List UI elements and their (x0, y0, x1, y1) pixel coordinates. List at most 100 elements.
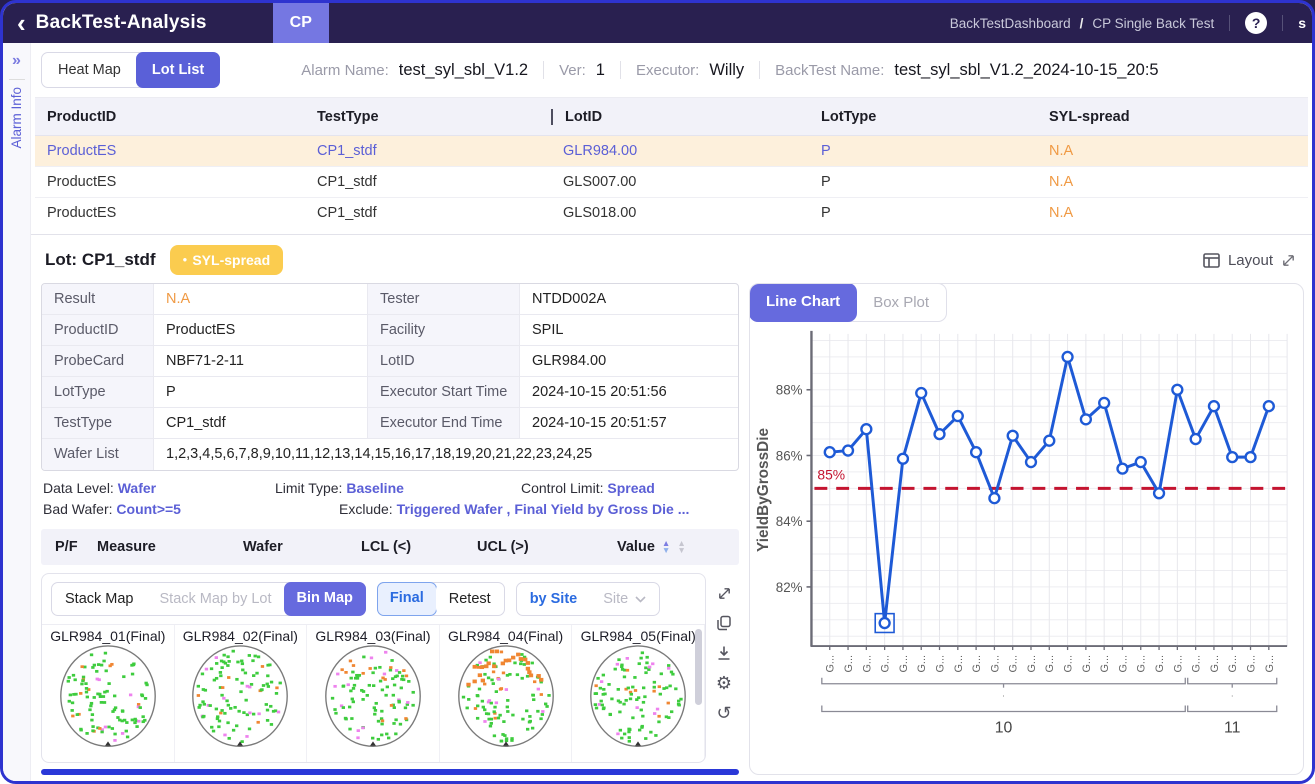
reset-icon[interactable]: ↺ (714, 703, 734, 723)
chart-point[interactable] (843, 446, 853, 456)
column-header-lottype[interactable]: LotType (809, 109, 1037, 125)
chart-point[interactable] (1118, 464, 1128, 474)
cell-lottype[interactable]: P (809, 143, 1037, 159)
cell-sylspread[interactable]: N.A (1037, 174, 1308, 190)
cell-productid[interactable]: ProductES (35, 143, 305, 159)
chart-point[interactable] (1099, 398, 1109, 408)
chart-point[interactable] (953, 411, 963, 421)
chart-point[interactable] (971, 447, 981, 457)
final-button[interactable]: Final (377, 582, 437, 616)
chart-point[interactable] (989, 493, 999, 503)
wafer-map-image[interactable] (314, 644, 432, 762)
tab-line-chart[interactable]: Line Chart (749, 283, 857, 322)
tab-stack-map[interactable]: Stack Map (52, 583, 147, 615)
sort-down-icon[interactable]: ▼ (662, 547, 670, 555)
cell-sylspread[interactable]: N.A (1037, 143, 1308, 159)
sort-icon[interactable]: ▲ ▼ (662, 540, 670, 555)
chart-point[interactable] (825, 447, 835, 457)
table-row[interactable]: ProductES CP1_stdf GLR984.00 P N.A (35, 136, 1308, 167)
chart-point[interactable] (1246, 452, 1256, 462)
chart-point[interactable] (1026, 457, 1036, 467)
column-header-testtype[interactable]: TestType (305, 109, 551, 125)
cell-productid[interactable]: ProductES (35, 174, 305, 190)
site-select[interactable]: Site (590, 583, 659, 615)
chart-point[interactable] (1191, 434, 1201, 444)
chart-point[interactable] (1172, 385, 1182, 395)
svg-text:.: . (1002, 689, 1004, 699)
chart-point[interactable] (1008, 431, 1018, 441)
wafer-map-card[interactable]: GLR984_03(Final) (307, 625, 440, 762)
breadcrumb-dashboard[interactable]: BackTestDashboard (950, 16, 1071, 31)
cell-lotid[interactable]: GLS007.00 (551, 174, 809, 190)
expand-icon[interactable] (1281, 253, 1296, 268)
column-header-wafer[interactable]: Wafer (243, 539, 361, 555)
expand-map-icon[interactable] (714, 583, 734, 603)
cell-testtype[interactable]: CP1_stdf (305, 143, 551, 159)
wafer-map-image[interactable] (447, 644, 565, 762)
chart-point[interactable] (1264, 401, 1274, 411)
column-header-ucl[interactable]: UCL (>) (477, 539, 617, 555)
cell-sylspread[interactable]: N.A (1037, 205, 1308, 221)
column-header-measure[interactable]: Measure (97, 539, 243, 555)
chart-point[interactable] (1209, 401, 1219, 411)
column-header-value[interactable]: Value (617, 539, 655, 555)
column-header-pf[interactable]: P/F (41, 539, 97, 555)
syl-spread-badge[interactable]: ● SYL-spread (170, 245, 284, 275)
table-row[interactable]: ProductES CP1_stdf GLS007.00 P N.A (35, 167, 1308, 198)
copy-icon[interactable] (714, 613, 734, 633)
column-header-lcl[interactable]: LCL (<) (361, 539, 477, 555)
wafer-list-scrollbar[interactable] (695, 629, 702, 705)
wafer-map-card[interactable]: GLR984_04(Final) (440, 625, 573, 762)
column-header-productid[interactable]: ProductID (35, 109, 305, 125)
sort-down-icon[interactable]: ▼ (677, 547, 685, 555)
chart-point[interactable] (1063, 352, 1073, 362)
chart-point[interactable] (1081, 414, 1091, 424)
cell-productid[interactable]: ProductES (35, 205, 305, 221)
wafer-map-image[interactable] (49, 644, 167, 762)
chart-point[interactable] (935, 429, 945, 439)
cell-testtype[interactable]: CP1_stdf (305, 205, 551, 221)
chart-point[interactable] (861, 424, 871, 434)
horizontal-scrollbar[interactable] (41, 769, 739, 775)
chart-point[interactable] (1136, 457, 1146, 467)
gear-icon[interactable]: ⚙ (714, 673, 734, 693)
chart-point[interactable] (916, 388, 926, 398)
download-icon[interactable] (714, 643, 734, 663)
help-icon[interactable]: ? (1245, 12, 1267, 34)
retest-button[interactable]: Retest (436, 583, 504, 615)
wafer-title: GLR984_05(Final) (581, 628, 696, 644)
wafer-map-card[interactable]: GLR984_05(Final) (572, 625, 705, 762)
chart-point[interactable] (880, 618, 890, 628)
tab-stack-map-by-lot[interactable]: Stack Map by Lot (147, 583, 285, 615)
back-icon[interactable]: ‹ (17, 5, 26, 41)
svg-text:G...: G... (1209, 655, 1221, 673)
chart-point[interactable] (898, 454, 908, 464)
wafer-map-card[interactable]: GLR984_02(Final) (175, 625, 308, 762)
column-header-sylspread[interactable]: SYL-spread (1037, 109, 1308, 125)
table-row[interactable]: ProductES CP1_stdf GLS018.00 P N.A (35, 198, 1308, 227)
cell-lotid[interactable]: GLS018.00 (551, 205, 809, 221)
tab-bin-map[interactable]: Bin Map (284, 582, 366, 616)
yield-line-chart[interactable]: 82%84%86%88%YieldByGrossDie85%G...G...G.… (752, 324, 1299, 774)
cell-lottype[interactable]: P (809, 205, 1037, 221)
sort-icon-secondary[interactable]: ▲ ▼ (677, 540, 685, 555)
collapse-panel-icon[interactable]: » (12, 52, 21, 70)
cell-lotid[interactable]: GLR984.00 (551, 143, 809, 159)
chart-point[interactable] (1227, 452, 1237, 462)
header-right-truncated[interactable]: s (1298, 15, 1306, 31)
tab-cp[interactable]: CP (273, 3, 329, 43)
cell-lottype[interactable]: P (809, 174, 1037, 190)
wafer-map-card[interactable]: GLR984_01(Final) (42, 625, 175, 762)
chart-point[interactable] (1044, 436, 1054, 446)
heat-map-tab[interactable]: Heat Map (42, 53, 137, 87)
wafer-map-image[interactable] (181, 644, 299, 762)
column-header-lotid[interactable]: LotID (551, 109, 809, 125)
layout-button[interactable]: Layout (1203, 252, 1296, 269)
sidebar-item-alarm-info[interactable]: Alarm Info (9, 87, 24, 149)
tab-box-plot[interactable]: Box Plot (856, 284, 946, 321)
wafer-map-image[interactable] (579, 644, 697, 762)
chart-point[interactable] (1154, 488, 1164, 498)
cell-testtype[interactable]: CP1_stdf (305, 174, 551, 190)
by-site-button[interactable]: by Site (517, 583, 591, 615)
lot-list-tab[interactable]: Lot List (136, 52, 220, 88)
